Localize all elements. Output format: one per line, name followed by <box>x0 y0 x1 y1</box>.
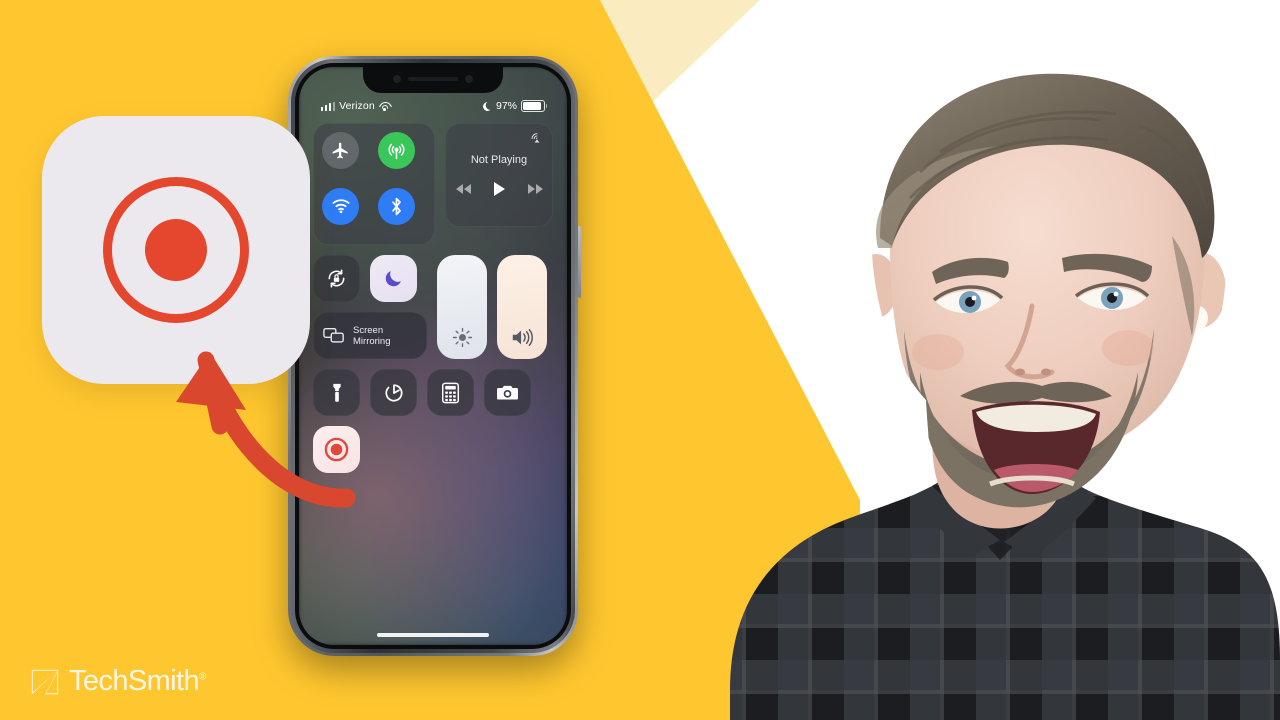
record-dot-icon <box>145 219 207 281</box>
volume-icon <box>497 327 547 348</box>
now-playing-title: Not Playing <box>470 154 528 166</box>
front-camera-icon <box>393 75 401 83</box>
presenter-photo <box>730 73 1280 720</box>
wifi-toggle[interactable] <box>322 187 359 225</box>
rotation-lock-icon <box>328 269 345 288</box>
registered-trademark: ® <box>199 671 206 683</box>
status-bar: Verizon 97% <box>299 97 567 115</box>
curved-arrow-annotation <box>176 351 356 508</box>
camera-button[interactable] <box>484 369 531 416</box>
techsmith-wordmark: TechSmith <box>69 665 200 697</box>
moon-icon <box>385 271 401 287</box>
battery-percent-label: 97% <box>495 100 517 112</box>
volume-slider[interactable] <box>497 255 547 359</box>
airplane-mode-toggle[interactable] <box>322 132 359 169</box>
techsmith-logo: TechSmith® <box>30 665 206 698</box>
face-id-sensor-icon <box>465 75 473 83</box>
airplane-icon <box>332 142 348 159</box>
bluetooth-toggle[interactable] <box>377 187 415 225</box>
now-playing-module[interactable]: Not Playing <box>445 123 553 227</box>
battery-icon <box>521 99 548 113</box>
techsmith-logo-text: TechSmith® <box>69 665 206 698</box>
techsmith-bowtie-logo-icon <box>31 669 59 694</box>
airplay-icon <box>531 133 540 143</box>
cellular-data-icon <box>387 143 405 160</box>
bluetooth-icon <box>391 197 401 215</box>
brightness-icon <box>437 327 487 348</box>
connectivity-module <box>313 123 435 245</box>
camera-icon <box>497 385 518 400</box>
timer-icon <box>384 383 402 402</box>
calculator-icon <box>441 382 460 403</box>
media-controls[interactable] <box>455 182 543 196</box>
phone-notch <box>363 67 503 93</box>
wifi-icon <box>379 102 390 111</box>
screenshot-stage: Verizon 97% Not Playing Screen Mirroring… <box>0 0 1280 720</box>
wifi-icon <box>331 199 350 214</box>
moon-icon <box>482 100 494 112</box>
cellular-signal-icon <box>321 101 336 111</box>
rewind-icon[interactable] <box>455 184 471 194</box>
home-indicator <box>377 632 489 637</box>
rotation-lock-toggle[interactable] <box>313 255 360 302</box>
cellular-data-toggle[interactable] <box>377 132 415 169</box>
calculator-button[interactable] <box>427 369 474 416</box>
brightness-slider[interactable] <box>437 255 487 359</box>
earpiece-speaker <box>408 77 458 81</box>
do-not-disturb-toggle[interactable] <box>370 255 417 302</box>
carrier-label: Verizon <box>339 100 375 112</box>
play-icon[interactable] <box>493 182 505 196</box>
fast-forward-icon[interactable] <box>527 184 543 194</box>
